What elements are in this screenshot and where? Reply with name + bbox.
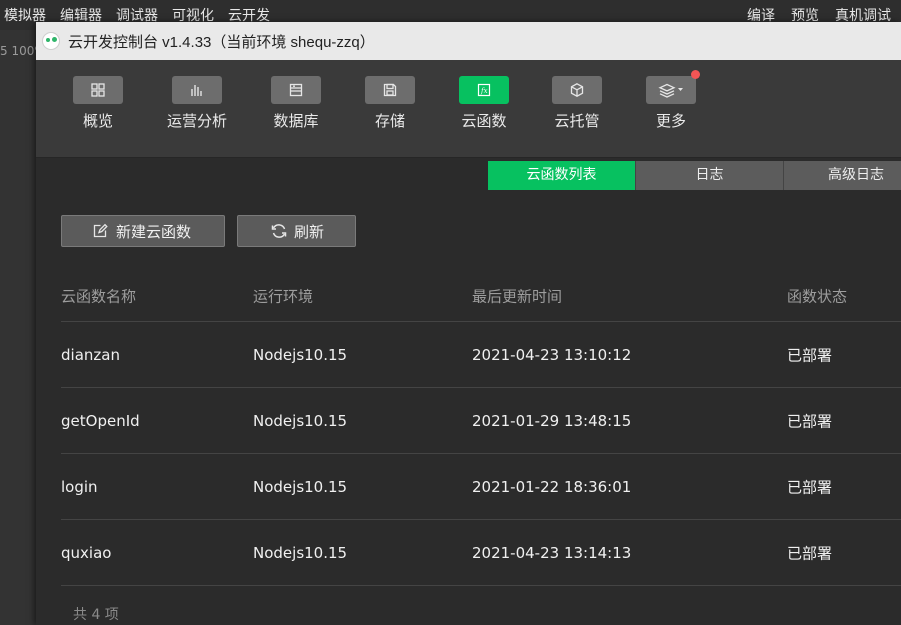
function-updated: 2021-01-29 13:48:15 xyxy=(472,411,632,430)
svg-text:fx: fx xyxy=(480,87,488,95)
toolbar-label: 运营分析 xyxy=(166,112,227,130)
function-status: 已部署 xyxy=(787,544,833,562)
console-toolbar: 概览 运营分析 数据库 存储 fx 云函数 云托管 更多 xyxy=(36,60,901,158)
header-runtime[interactable]: 运行环境 xyxy=(253,285,313,306)
simulator-panel xyxy=(0,30,36,625)
refresh-icon xyxy=(270,222,288,240)
new-function-button[interactable]: 新建云函数 xyxy=(61,215,225,247)
toolbar-analytics[interactable]: 运营分析 xyxy=(157,76,237,131)
bar-chart-icon xyxy=(172,76,222,104)
function-tabs: 云函数列表 日志 高级日志 xyxy=(488,161,901,190)
toolbar-label: 云函数 xyxy=(461,112,507,130)
function-runtime: Nodejs10.15 xyxy=(253,477,348,496)
window-titlebar[interactable]: 云开发控制台 v1.4.33（当前环境 shequ-zzq） xyxy=(36,22,901,60)
window-title: 云开发控制台 v1.4.33（当前环境 shequ-zzq） xyxy=(68,34,375,51)
toolbar-label: 存储 xyxy=(374,112,405,130)
new-function-label: 新建云函数 xyxy=(116,222,192,241)
header-name[interactable]: 云函数名称 xyxy=(61,285,136,306)
notification-dot xyxy=(691,70,700,79)
function-icon: fx xyxy=(459,76,509,104)
toolbar-cloud-functions[interactable]: fx 云函数 xyxy=(444,76,524,131)
save-icon xyxy=(365,76,415,104)
function-runtime: Nodejs10.15 xyxy=(253,345,348,364)
function-status: 已部署 xyxy=(787,412,833,430)
toolbar-label: 云托管 xyxy=(554,112,600,130)
table-row[interactable]: dianzan Nodejs10.15 2021-04-23 13:10:12 … xyxy=(61,322,901,388)
tab-function-list[interactable]: 云函数列表 xyxy=(488,161,636,190)
layers-icon xyxy=(646,70,700,104)
tab-logs[interactable]: 日志 xyxy=(636,161,784,190)
cube-icon xyxy=(552,76,602,104)
table-row[interactable]: quxiao Nodejs10.15 2021-04-23 13:14:13 已… xyxy=(61,520,901,586)
function-runtime: Nodejs10.15 xyxy=(253,543,348,562)
toolbar-label: 概览 xyxy=(82,112,113,130)
functions-table: 云函数名称 运行环境 最后更新时间 函数状态 dianzan Nodejs10.… xyxy=(61,270,901,586)
toolbar-overview[interactable]: 概览 xyxy=(58,76,138,131)
function-updated: 2021-04-23 13:10:12 xyxy=(472,345,632,364)
function-status: 已部署 xyxy=(787,478,833,496)
header-updated[interactable]: 最后更新时间 xyxy=(472,285,562,306)
toolbar-storage[interactable]: 存储 xyxy=(350,76,430,131)
toolbar-more[interactable]: 更多 xyxy=(631,70,711,131)
tab-advanced-logs[interactable]: 高级日志 xyxy=(784,161,901,190)
toolbar-label: 更多 xyxy=(655,112,686,130)
function-runtime: Nodejs10.15 xyxy=(253,411,348,430)
refresh-label: 刷新 xyxy=(294,222,325,241)
database-icon xyxy=(271,76,321,104)
table-row[interactable]: getOpenId Nodejs10.15 2021-01-29 13:48:1… xyxy=(61,388,901,454)
table-total: 共 4 项 xyxy=(73,607,119,623)
toolbar-label: 数据库 xyxy=(273,112,319,130)
table-header: 云函数名称 运行环境 最后更新时间 函数状态 xyxy=(61,270,901,322)
function-name: dianzan xyxy=(61,345,120,364)
edit-icon xyxy=(92,223,108,239)
simulator-zoom: 5 100% xyxy=(0,44,36,58)
toolbar-database[interactable]: 数据库 xyxy=(256,76,336,131)
wechat-devtools-icon xyxy=(42,32,60,50)
header-status[interactable]: 函数状态 xyxy=(787,285,847,306)
function-name: quxiao xyxy=(61,543,112,562)
refresh-button[interactable]: 刷新 xyxy=(237,215,356,247)
table-row[interactable]: login Nodejs10.15 2021-01-22 18:36:01 已部… xyxy=(61,454,901,520)
function-status: 已部署 xyxy=(787,346,833,364)
cloud-console-window: 云开发控制台 v1.4.33（当前环境 shequ-zzq） 概览 运营分析 数… xyxy=(36,22,901,625)
function-updated: 2021-04-23 13:14:13 xyxy=(472,543,632,562)
function-updated: 2021-01-22 18:36:01 xyxy=(472,477,632,496)
toolbar-cloud-hosting[interactable]: 云托管 xyxy=(537,76,617,131)
function-name: login xyxy=(61,477,98,496)
function-name: getOpenId xyxy=(61,411,140,430)
grid-icon xyxy=(73,76,123,104)
